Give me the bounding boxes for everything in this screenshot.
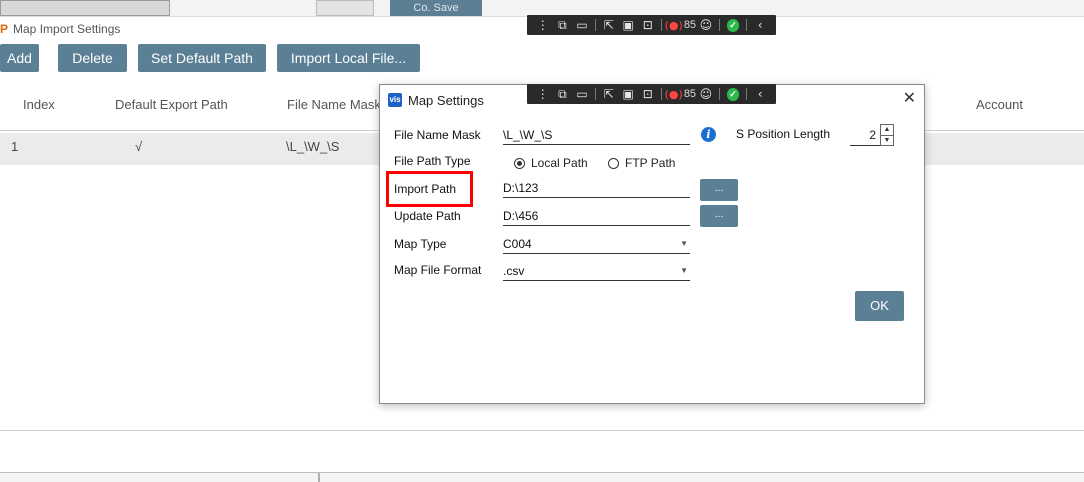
video-icon[interactable]: ▭ (572, 18, 592, 32)
update-path-label: Update Path (394, 209, 461, 223)
window-icon[interactable]: ▣ (618, 87, 638, 101)
info-icon[interactable]: i (701, 127, 716, 142)
ftp-path-label: FTP Path (625, 156, 676, 170)
cell-index: 1 (11, 139, 19, 154)
accessibility-icon[interactable]: ☺ (696, 87, 716, 101)
radio-unselected-icon (608, 157, 619, 169)
region-icon[interactable]: ⊡ (638, 18, 658, 32)
bottom-strip (0, 473, 1084, 482)
record-count: 85 (683, 88, 697, 100)
s-position-length-value[interactable]: 2 (850, 124, 880, 146)
app-icon: vis (388, 93, 402, 107)
separator (594, 88, 596, 100)
ftp-path-radio[interactable]: FTP Path (608, 156, 675, 170)
record-icon[interactable]: (●) (665, 88, 683, 101)
header-file-name-mask[interactable]: File Name Mask (287, 84, 381, 130)
file-name-mask-value: \L_\W_\S (503, 128, 553, 142)
map-type-value: C004 (503, 237, 532, 251)
grip-icon[interactable]: ⋮ (533, 18, 553, 32)
increment-icon[interactable]: ▲ (881, 125, 893, 136)
floating-recorder-toolbar: ⋮ ⧉ ▭ ⇱ ▣ ⊡ (●) 85 ☺ ✓ ‹ (527, 84, 776, 104)
region-icon[interactable]: ⊡ (638, 87, 658, 101)
separator (660, 19, 662, 31)
window-icon[interactable]: ▣ (618, 18, 638, 32)
s-position-length-label: S Position Length (736, 127, 831, 141)
check-icon[interactable]: ✓ (726, 18, 740, 32)
dialog-title-bar: vis Map Settings (388, 91, 484, 109)
floating-recorder-toolbar: ⋮ ⧉ ▭ ⇱ ▣ ⊡ (●) 85 ☺ ✓ ‹ (527, 15, 776, 35)
map-file-format-label: Map File Format (394, 263, 482, 277)
separator (746, 19, 748, 31)
separator (660, 88, 662, 100)
pointer-icon[interactable]: ⇱ (599, 87, 619, 101)
separator (718, 19, 720, 31)
import-path-value: D:\123 (503, 181, 539, 195)
import-local-file-button[interactable]: Import Local File... (277, 44, 420, 72)
cell-default: √ (135, 139, 143, 154)
window-title-bar: P Map Import Settings (0, 20, 120, 38)
map-thumbnail (0, 0, 170, 16)
delete-button[interactable]: Delete (58, 44, 127, 72)
separator (746, 88, 748, 100)
map-file-format-value: .csv (503, 264, 525, 278)
tool-icon-tile (316, 0, 374, 16)
file-name-mask-label: File Name Mask (394, 128, 481, 142)
map-type-label: Map Type (394, 237, 447, 251)
accessibility-icon[interactable]: ☺ (696, 18, 716, 32)
header-index[interactable]: Index (23, 84, 55, 130)
grip-icon[interactable]: ⋮ (533, 87, 553, 101)
map-file-format-select[interactable]: .csv ▼ (503, 261, 690, 281)
map-type-select[interactable]: C004 ▼ (503, 234, 690, 254)
header-default-export-path[interactable]: Default Export Path (115, 84, 228, 130)
record-icon[interactable]: (●) (665, 19, 683, 32)
app-logo-icon: P (0, 22, 9, 36)
import-path-browse-button[interactable]: ... (700, 179, 738, 201)
radio-selected-icon (514, 157, 525, 169)
decrement-icon[interactable]: ▼ (881, 136, 893, 146)
check-icon[interactable]: ✓ (726, 87, 740, 101)
background-save-button[interactable]: Co. Save (390, 0, 482, 16)
chevron-left-icon[interactable]: ‹ (750, 87, 770, 101)
close-icon[interactable]: ✕ (903, 91, 916, 107)
separator (594, 19, 596, 31)
video-icon[interactable]: ▭ (572, 87, 592, 101)
ok-button[interactable]: OK (855, 291, 904, 321)
screenshot-icon[interactable]: ⧉ (553, 18, 573, 33)
chevron-left-icon[interactable]: ‹ (750, 18, 770, 32)
update-path-input[interactable]: D:\456 (503, 206, 690, 226)
local-path-radio[interactable]: Local Path (514, 156, 588, 170)
chevron-down-icon: ▼ (680, 266, 688, 275)
import-path-input[interactable]: D:\123 (503, 178, 690, 198)
header-account[interactable]: Account (976, 84, 1023, 130)
map-settings-dialog: vis Map Settings ✕ File Name Mask \L_\W_… (379, 84, 925, 404)
local-path-label: Local Path (531, 156, 588, 170)
stepper-buttons: ▲ ▼ (880, 124, 894, 146)
file-name-mask-input[interactable]: \L_\W_\S (503, 125, 690, 145)
screenshot-icon[interactable]: ⧉ (553, 87, 573, 102)
cell-mask: \L_\W_\S (286, 139, 340, 154)
highlight-box (386, 171, 473, 207)
file-path-type-label: File Path Type (394, 154, 471, 168)
update-path-value: D:\456 (503, 209, 539, 223)
separator (718, 88, 720, 100)
divider (0, 430, 1084, 431)
record-count: 85 (683, 19, 697, 31)
add-button[interactable]: Add (0, 44, 39, 72)
dialog-title: Map Settings (408, 92, 484, 108)
chevron-down-icon: ▼ (680, 239, 688, 248)
window-title: Map Import Settings (13, 22, 121, 36)
s-position-length-stepper[interactable]: 2 ▲ ▼ (850, 124, 900, 146)
divider (318, 473, 320, 482)
set-default-path-button[interactable]: Set Default Path (138, 44, 266, 72)
pointer-icon[interactable]: ⇱ (599, 18, 619, 32)
update-path-browse-button[interactable]: ... (700, 205, 738, 227)
